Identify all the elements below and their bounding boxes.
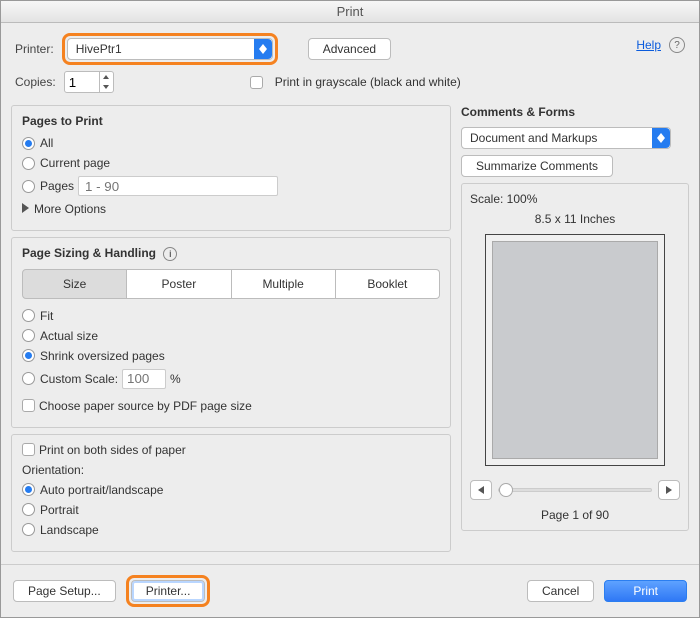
pages-header: Pages to Print (22, 114, 440, 128)
printer-select[interactable]: HivePtr1 (67, 38, 273, 60)
printer-button[interactable]: Printer... (131, 580, 206, 602)
orientation-header: Orientation: (22, 463, 440, 477)
custom-radio[interactable] (22, 372, 35, 385)
page-slider[interactable] (498, 488, 652, 492)
seg-multiple[interactable]: Multiple (232, 269, 336, 299)
duplex-label: Print on both sides of paper (39, 443, 186, 457)
pages-all-label: All (40, 136, 53, 150)
copies-label: Copies: (15, 75, 56, 89)
orient-auto-radio[interactable] (22, 483, 35, 496)
print-dialog: Print Help ? Printer: HivePtr1 Advanced … (0, 0, 700, 618)
orient-portrait-label: Portrait (40, 503, 79, 517)
slider-knob[interactable] (499, 483, 513, 497)
pages-range-input[interactable] (78, 176, 278, 196)
more-options-disclosure-icon[interactable] (22, 202, 30, 216)
orient-landscape-label: Landscape (40, 523, 99, 537)
select-arrows-icon (652, 128, 670, 148)
seg-booklet[interactable]: Booklet (336, 269, 440, 299)
advanced-button[interactable]: Advanced (308, 38, 391, 60)
orient-auto-label: Auto portrait/landscape (40, 483, 163, 497)
select-arrows-icon (254, 39, 272, 59)
grayscale-checkbox[interactable] (250, 76, 263, 89)
print-button[interactable]: Print (604, 580, 687, 602)
pages-panel: Pages to Print All Current page Pages Mo… (11, 105, 451, 231)
more-options-label[interactable]: More Options (34, 202, 106, 216)
info-icon[interactable]: i (163, 247, 177, 261)
custom-scale-input[interactable] (122, 369, 166, 389)
sizing-segment: Size Poster Multiple Booklet (22, 269, 440, 299)
pages-current-label: Current page (40, 156, 110, 170)
printer-button-highlight: Printer... (126, 575, 211, 607)
sizing-header: Page Sizing & Handling i (22, 246, 440, 261)
fit-label: Fit (40, 309, 53, 323)
footer: Page Setup... Printer... Cancel Print (1, 564, 699, 617)
pages-current-radio[interactable] (22, 157, 35, 170)
pages-all-radio[interactable] (22, 137, 35, 150)
shrink-label: Shrink oversized pages (40, 349, 165, 363)
seg-size[interactable]: Size (22, 269, 127, 299)
actual-label: Actual size (40, 329, 98, 343)
window-title: Print (1, 1, 699, 23)
sizing-panel: Page Sizing & Handling i Size Poster Mul… (11, 237, 451, 428)
top-section: Printer: HivePtr1 Advanced Copies: (1, 23, 699, 105)
grayscale-label: Print in grayscale (black and white) (275, 75, 461, 89)
page-setup-button[interactable]: Page Setup... (13, 580, 116, 602)
comments-section: Comments & Forms Document and Markups Su… (461, 105, 689, 177)
page-preview (485, 234, 665, 466)
comments-value: Document and Markups (470, 131, 597, 145)
cancel-button[interactable]: Cancel (527, 580, 594, 602)
actual-radio[interactable] (22, 329, 35, 342)
preview-area: Scale: 100% 8.5 x 11 Inches Page (461, 183, 689, 531)
printer-label: Printer: (15, 42, 54, 56)
dims-label: 8.5 x 11 Inches (535, 212, 616, 226)
custom-label: Custom Scale: (40, 372, 118, 386)
comments-header: Comments & Forms (461, 105, 689, 119)
pages-range-label: Pages (40, 179, 74, 193)
orient-portrait-radio[interactable] (22, 503, 35, 516)
pages-range-radio[interactable] (22, 180, 35, 193)
duplex-checkbox[interactable] (22, 443, 35, 456)
comments-select[interactable]: Document and Markups (461, 127, 671, 149)
orientation-panel: Print on both sides of paper Orientation… (11, 434, 451, 552)
copies-input[interactable] (64, 71, 100, 93)
printer-highlight: HivePtr1 (62, 33, 278, 65)
scale-label: Scale: 100% (470, 192, 537, 206)
choose-paper-label: Choose paper source by PDF page size (39, 399, 252, 413)
fit-radio[interactable] (22, 309, 35, 322)
help-icon[interactable]: ? (669, 37, 685, 53)
prev-page-button[interactable] (470, 480, 492, 500)
page-of-label: Page 1 of 90 (541, 508, 609, 522)
help-link[interactable]: Help (636, 38, 661, 52)
summarize-button[interactable]: Summarize Comments (461, 155, 613, 177)
shrink-radio[interactable] (22, 349, 35, 362)
seg-poster[interactable]: Poster (127, 269, 231, 299)
percent-label: % (170, 372, 181, 386)
copies-stepper[interactable] (100, 71, 114, 93)
orient-landscape-radio[interactable] (22, 523, 35, 536)
printer-value: HivePtr1 (76, 42, 122, 56)
next-page-button[interactable] (658, 480, 680, 500)
choose-paper-checkbox[interactable] (22, 399, 35, 412)
